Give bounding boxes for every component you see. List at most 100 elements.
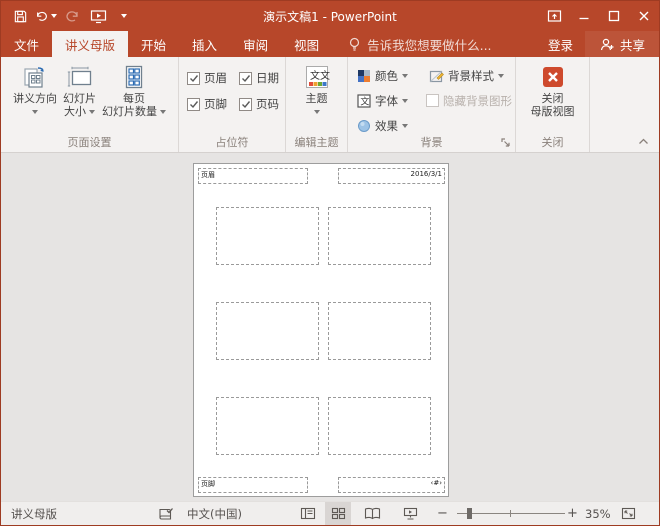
group-label-background: 背景 xyxy=(348,134,515,150)
tab-home[interactable]: 开始 xyxy=(128,31,179,57)
reading-view-button[interactable] xyxy=(359,502,385,525)
checkbox-page-number-label: 页码 xyxy=(256,96,279,112)
checkbox-page-number[interactable]: 页码 xyxy=(239,96,291,112)
zoom-level[interactable]: 35% xyxy=(585,502,611,525)
close-master-label-1: 关闭 xyxy=(542,92,564,105)
share-button[interactable]: 共享 xyxy=(585,31,659,57)
redo-button[interactable] xyxy=(61,5,83,27)
status-bar: 讲义母版 中文(中国) xyxy=(1,501,659,525)
slide-placeholder-2[interactable] xyxy=(328,207,431,265)
sign-in-button[interactable]: 登录 xyxy=(536,31,585,57)
handout-master-page[interactable]: 页眉 2016/3/1 页脚 ‹#› xyxy=(193,163,449,497)
undo-dropdown-caret[interactable] xyxy=(51,14,57,18)
checkbox-header-label: 页眉 xyxy=(204,70,227,86)
slideshow-icon xyxy=(403,507,418,520)
effects-button[interactable]: 效果 xyxy=(354,116,426,136)
collapse-ribbon-button[interactable] xyxy=(635,134,651,148)
checkbox-page-number-box xyxy=(239,98,252,111)
group-label-edit-theme: 编辑主题 xyxy=(286,134,347,150)
slide-sorter-view-button[interactable] xyxy=(325,502,351,525)
maximize-icon xyxy=(608,10,620,22)
undo-button[interactable] xyxy=(35,5,57,27)
handout-orientation-button[interactable]: 讲义方向 xyxy=(10,60,60,120)
tab-view[interactable]: 视图 xyxy=(281,31,332,57)
effects-icon xyxy=(357,119,371,133)
background-styles-icon xyxy=(429,69,444,83)
normal-view-button[interactable] xyxy=(295,502,321,525)
hide-background-graphics-label: 隐藏背景图形 xyxy=(443,93,512,109)
slide-placeholder-5[interactable] xyxy=(216,397,319,455)
normal-view-icon xyxy=(300,507,316,520)
lightbulb-icon xyxy=(348,37,361,52)
themes-label: 主题 xyxy=(306,92,328,105)
fonts-icon: 文 xyxy=(357,94,371,108)
hide-background-graphics-checkbox[interactable]: 隐藏背景图形 xyxy=(426,93,522,109)
zoom-slider-track[interactable] xyxy=(457,513,565,514)
colors-icon xyxy=(357,69,371,83)
slides-per-page-button[interactable]: 每页 幻灯片数量 xyxy=(99,60,169,120)
close-icon xyxy=(638,10,650,22)
background-styles-button[interactable]: 背景样式 xyxy=(426,66,522,86)
slide-size-label-2: 大小 xyxy=(64,105,86,118)
zoom-out-button[interactable]: − xyxy=(437,502,451,525)
fit-to-window-icon xyxy=(621,507,636,520)
slide-placeholder-6[interactable] xyxy=(328,397,431,455)
save-icon xyxy=(13,9,28,24)
ribbon-display-options-icon xyxy=(547,9,562,23)
qat-dropdown-caret xyxy=(121,14,127,18)
close-window-button[interactable] xyxy=(629,1,659,31)
themes-caret xyxy=(314,110,320,114)
zoom-in-button[interactable]: + xyxy=(567,502,581,525)
header-placeholder[interactable]: 页眉 xyxy=(198,168,308,184)
customize-qat-button[interactable] xyxy=(113,5,135,27)
start-from-beginning-button[interactable] xyxy=(87,5,109,27)
slide-placeholder-3[interactable] xyxy=(216,302,319,360)
redo-icon xyxy=(64,9,80,23)
themes-button[interactable]: 文文 主题 xyxy=(300,60,334,120)
tab-handout-master[interactable]: 讲义母版 xyxy=(52,31,128,57)
colors-button[interactable]: 颜色 xyxy=(354,66,426,86)
tell-me-box[interactable]: 告诉我您想要做什么... xyxy=(348,31,491,57)
window-controls xyxy=(539,1,659,31)
spell-check-button[interactable] xyxy=(153,502,179,525)
tab-insert[interactable]: 插入 xyxy=(179,31,230,57)
group-close: 关闭 母版视图 关闭 xyxy=(516,57,590,152)
maximize-button[interactable] xyxy=(599,1,629,31)
slide-size-label-1: 幻灯片 xyxy=(63,92,96,105)
checkbox-header[interactable]: 页眉 xyxy=(187,70,239,86)
language-indicator[interactable]: 中文(中国) xyxy=(187,502,242,525)
handout-orientation-label: 讲义方向 xyxy=(13,92,57,105)
zoom-slider-handle[interactable] xyxy=(467,508,472,519)
checkbox-footer[interactable]: 页脚 xyxy=(187,96,239,112)
checkbox-date[interactable]: 日期 xyxy=(239,70,291,86)
quick-access-toolbar xyxy=(1,5,135,27)
checkbox-date-box xyxy=(239,72,252,85)
slides-per-page-caret xyxy=(160,110,166,114)
slide-placeholder-1[interactable] xyxy=(216,207,319,265)
undo-icon xyxy=(35,9,49,23)
tab-review[interactable]: 审阅 xyxy=(230,31,281,57)
fonts-button[interactable]: 文 字体 xyxy=(354,91,426,111)
checkbox-footer-box xyxy=(187,98,200,111)
ribbon-display-options-button[interactable] xyxy=(539,1,569,31)
slide-size-button[interactable]: 幻灯片 大小 xyxy=(60,60,99,120)
spell-check-icon xyxy=(158,507,174,521)
background-dialog-launcher[interactable] xyxy=(500,137,512,149)
colors-caret xyxy=(402,74,408,78)
slide-placeholder-4[interactable] xyxy=(328,302,431,360)
slide-sorter-icon xyxy=(331,507,346,520)
slideshow-view-button[interactable] xyxy=(397,502,423,525)
fit-to-window-button[interactable] xyxy=(615,502,641,525)
group-label-page-setup: 页面设置 xyxy=(1,134,178,150)
page-number-placeholder[interactable]: ‹#› xyxy=(338,477,445,493)
footer-placeholder[interactable]: 页脚 xyxy=(198,477,308,493)
themes-icon: 文文 xyxy=(303,62,331,92)
save-button[interactable] xyxy=(9,5,31,27)
ribbon-spacer xyxy=(590,57,659,152)
date-placeholder[interactable]: 2016/3/1 xyxy=(338,168,445,184)
minimize-button[interactable] xyxy=(569,1,599,31)
close-master-view-button[interactable]: 关闭 母版视图 xyxy=(528,60,578,120)
minimize-icon xyxy=(578,10,590,22)
page-number-placeholder-text: ‹#› xyxy=(339,478,444,488)
tab-file[interactable]: 文件 xyxy=(1,31,52,57)
